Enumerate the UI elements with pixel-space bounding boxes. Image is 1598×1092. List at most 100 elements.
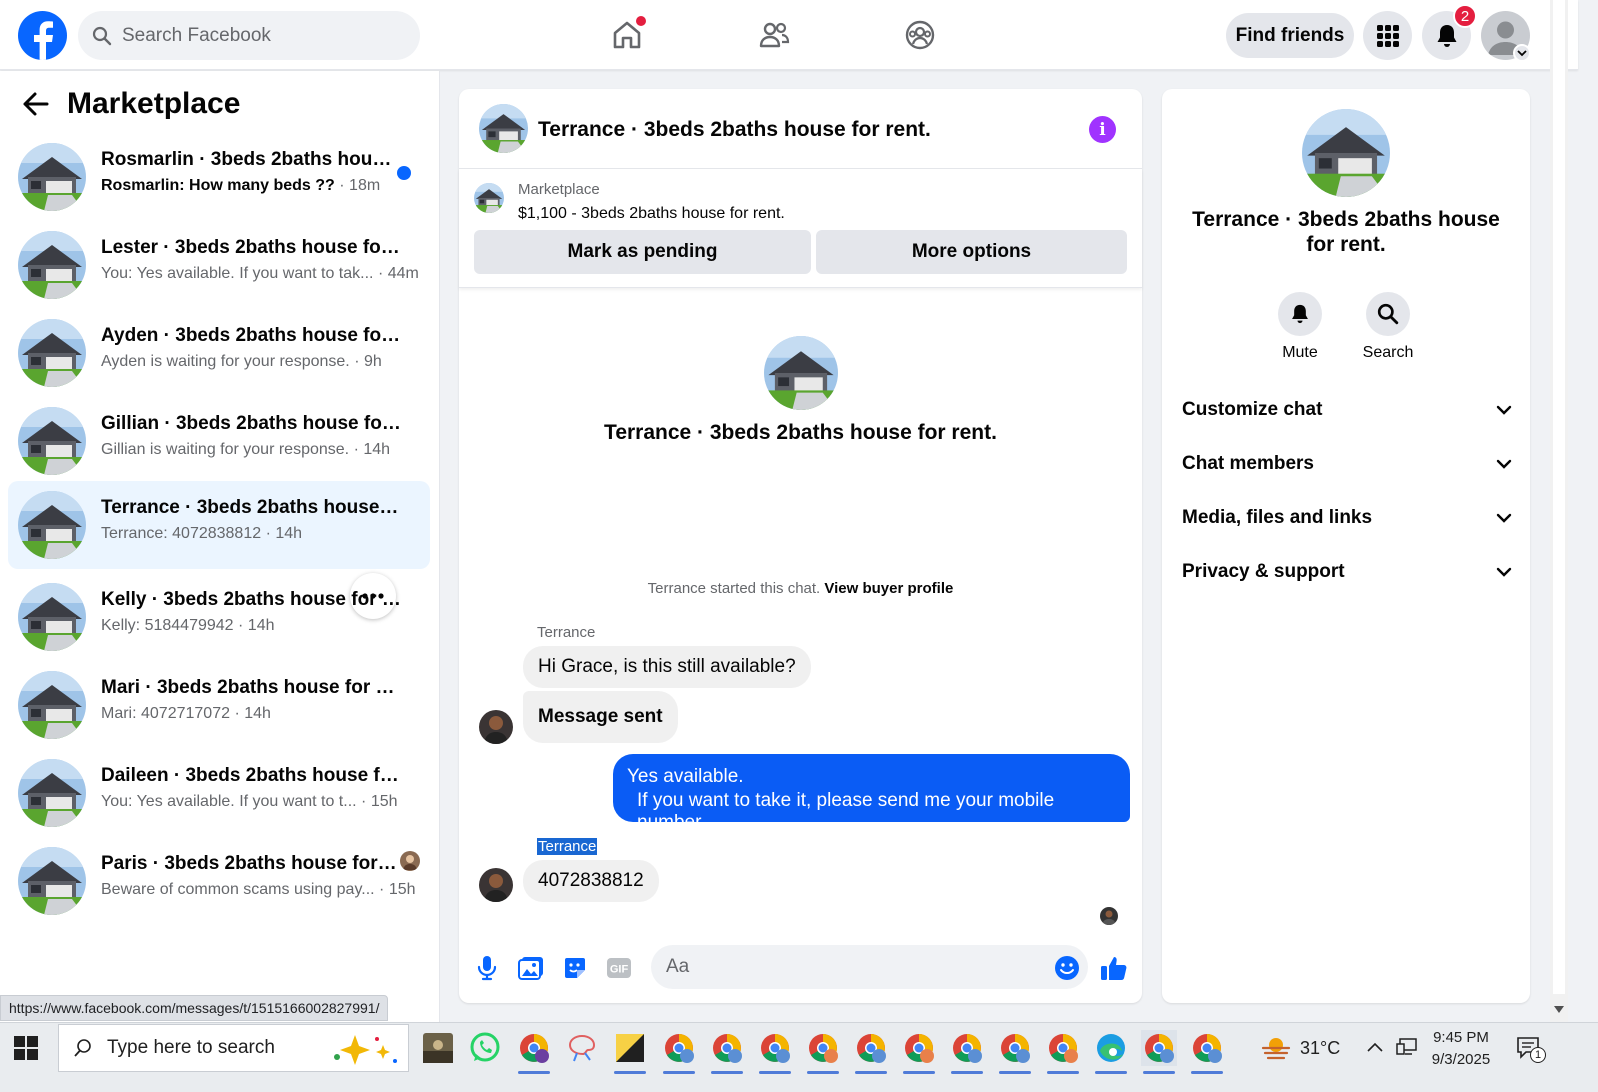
intro-title: Terrance · 3beds 2baths house for rent. bbox=[604, 421, 997, 444]
mute-label: Mute bbox=[1282, 344, 1318, 361]
conversation-name: Lester · 3beds 2baths house for rent. bbox=[101, 237, 401, 258]
taskbar-chrome-window[interactable] bbox=[805, 1030, 841, 1074]
conversation-item[interactable]: Rosmarlin · 3beds 2baths house ... Rosma… bbox=[8, 133, 430, 221]
attach-photo-button[interactable] bbox=[516, 953, 546, 983]
start-button[interactable] bbox=[14, 1036, 38, 1060]
taskbar-search-box[interactable]: Type here to search bbox=[58, 1024, 409, 1072]
more-options-button[interactable]: More options bbox=[816, 230, 1127, 274]
customize-chat-section[interactable]: Customize chat bbox=[1182, 390, 1512, 430]
friends-nav-button[interactable] bbox=[754, 15, 794, 55]
conversation-preview: Rosmarlin: How many beds ?? · 18m bbox=[101, 177, 381, 194]
mark-as-pending-button[interactable]: Mark as pending bbox=[474, 230, 811, 274]
find-friends-button[interactable]: Find friends bbox=[1226, 13, 1354, 58]
taskbar-chrome-window[interactable] bbox=[757, 1030, 793, 1074]
weather-widget[interactable] bbox=[1260, 1035, 1292, 1061]
microphone-icon bbox=[477, 955, 497, 981]
conversation-item[interactable]: Gillian · 3beds 2baths house for re... G… bbox=[8, 397, 430, 485]
action-center-button[interactable]: 1 bbox=[1516, 1035, 1546, 1063]
show-hidden-icons-button[interactable] bbox=[1366, 1041, 1384, 1053]
network-button[interactable] bbox=[1396, 1037, 1418, 1057]
details-title: Terrance · 3beds 2baths house for rent. bbox=[1192, 208, 1500, 256]
listing-thumbnail bbox=[18, 231, 86, 299]
chrome-icon bbox=[664, 1033, 694, 1063]
scrollbar-thumb[interactable] bbox=[1553, 0, 1565, 994]
groups-nav-button[interactable] bbox=[900, 15, 940, 55]
message-line: If you want to take it, please send me y… bbox=[637, 790, 1055, 833]
conversation-preview: Gillian is waiting for your response. · … bbox=[101, 441, 391, 458]
marketplace-title: Marketplace bbox=[67, 87, 241, 120]
chrome-icon bbox=[760, 1033, 790, 1063]
privacy-support-section[interactable]: Privacy & support bbox=[1182, 552, 1512, 592]
conversation-item[interactable]: Kelly · 3beds 2baths house for rent. Kel… bbox=[8, 573, 430, 661]
emoji-button[interactable] bbox=[1052, 953, 1082, 983]
message-bubble[interactable]: Message sent bbox=[523, 691, 678, 743]
scroll-down-arrow-icon[interactable] bbox=[1554, 1006, 1564, 1013]
voice-clip-button[interactable] bbox=[472, 953, 502, 983]
send-like-button[interactable] bbox=[1099, 953, 1129, 983]
taskbar-chrome-window[interactable] bbox=[661, 1030, 697, 1074]
sender-avatar[interactable] bbox=[479, 710, 513, 744]
gif-button[interactable]: GIF bbox=[604, 953, 634, 983]
section-label: Chat members bbox=[1182, 453, 1314, 474]
search-in-chat-button[interactable]: Search bbox=[1348, 292, 1428, 362]
running-indicator bbox=[518, 1071, 550, 1074]
taskbar-sticky-notes[interactable] bbox=[612, 1030, 648, 1074]
chevron-up-icon bbox=[1366, 1041, 1384, 1053]
info-icon[interactable]: i bbox=[1089, 116, 1116, 143]
menu-grid-icon bbox=[1376, 24, 1400, 48]
conversation-preview: You: Yes available. If you want to tak..… bbox=[101, 265, 419, 282]
intro-thumbnail bbox=[764, 336, 838, 410]
taskbar-chrome-window[interactable] bbox=[709, 1030, 745, 1074]
account-menu-button[interactable] bbox=[1513, 44, 1531, 62]
listing-price[interactable]: $1,100 - 3beds 2baths house for rent. bbox=[518, 205, 785, 223]
taskbar-chrome-profile[interactable] bbox=[516, 1030, 552, 1074]
sticker-button[interactable] bbox=[560, 953, 590, 983]
running-indicator bbox=[663, 1071, 695, 1074]
conversation-name: Paris · 3beds 2baths house for rent. bbox=[101, 853, 401, 874]
mute-button[interactable]: Mute bbox=[1260, 292, 1340, 362]
facebook-logo[interactable] bbox=[18, 11, 67, 60]
conversation-item[interactable]: Ayden · 3beds 2baths house for re... Ayd… bbox=[8, 309, 430, 397]
conversation-item[interactable]: Daileen · 3beds 2baths house fo... You: … bbox=[8, 749, 430, 837]
chat-members-section[interactable]: Chat members bbox=[1182, 444, 1512, 484]
taskbar-chrome-window[interactable] bbox=[949, 1030, 985, 1074]
home-nav-button[interactable] bbox=[607, 15, 647, 55]
conversation-item[interactable]: Paris · 3beds 2baths house for rent. Bew… bbox=[8, 837, 430, 925]
page-scrollbar[interactable] bbox=[1550, 0, 1568, 1024]
taskbar-chrome-window[interactable] bbox=[997, 1030, 1033, 1074]
conversation-item[interactable]: Lester · 3beds 2baths house for rent. Yo… bbox=[8, 221, 430, 309]
menu-button[interactable] bbox=[1363, 11, 1412, 60]
running-indicator bbox=[1191, 1071, 1223, 1074]
taskbar-chrome-window[interactable] bbox=[1189, 1030, 1225, 1074]
taskbar-chrome-window[interactable] bbox=[1045, 1030, 1081, 1074]
sender-avatar[interactable] bbox=[479, 868, 513, 902]
conversation-item[interactable]: Mari · 3beds 2baths house for rent. Mari… bbox=[8, 661, 430, 749]
back-button[interactable] bbox=[22, 91, 50, 117]
message-bubble[interactable]: 4072838812 bbox=[523, 860, 659, 902]
message-line: Yes available. bbox=[627, 766, 744, 787]
media-files-links-section[interactable]: Media, files and links bbox=[1182, 498, 1512, 538]
taskbar-chrome-window[interactable] bbox=[853, 1030, 889, 1074]
bell-icon bbox=[1290, 303, 1310, 325]
my-message-bubble[interactable]: Yes available. If you want to take it, p… bbox=[613, 754, 1130, 833]
chat-thumbnail[interactable] bbox=[479, 104, 528, 153]
running-indicator bbox=[759, 1071, 791, 1074]
chevron-down-icon bbox=[1496, 405, 1512, 415]
taskbar-chrome-window[interactable] bbox=[901, 1030, 937, 1074]
taskbar-game-app[interactable] bbox=[420, 1030, 456, 1066]
message-input[interactable] bbox=[651, 945, 1088, 989]
chat-title[interactable]: Terrance · 3beds 2baths house for rent. bbox=[538, 118, 931, 142]
taskbar-edge[interactable] bbox=[1093, 1030, 1129, 1074]
whatsapp-icon bbox=[469, 1032, 501, 1064]
taskbar-paint[interactable] bbox=[564, 1030, 600, 1066]
conversation-item-active[interactable]: Terrance · 3beds 2baths house f... Terra… bbox=[8, 481, 430, 569]
sender-name: Terrance bbox=[537, 624, 596, 641]
message-bubble[interactable]: Hi Grace, is this still available? bbox=[523, 646, 811, 688]
search-facebook-input[interactable]: Search Facebook bbox=[78, 11, 420, 60]
view-buyer-profile-link[interactable]: View buyer profile bbox=[824, 580, 953, 597]
taskbar-whatsapp[interactable] bbox=[467, 1030, 503, 1066]
chevron-down-icon bbox=[1517, 49, 1527, 57]
conversation-name: Terrance · 3beds 2baths house f... bbox=[101, 497, 401, 518]
clock[interactable]: 9:45 PM 9/3/2025 bbox=[1426, 1027, 1496, 1071]
taskbar-chrome-active[interactable] bbox=[1141, 1030, 1177, 1074]
